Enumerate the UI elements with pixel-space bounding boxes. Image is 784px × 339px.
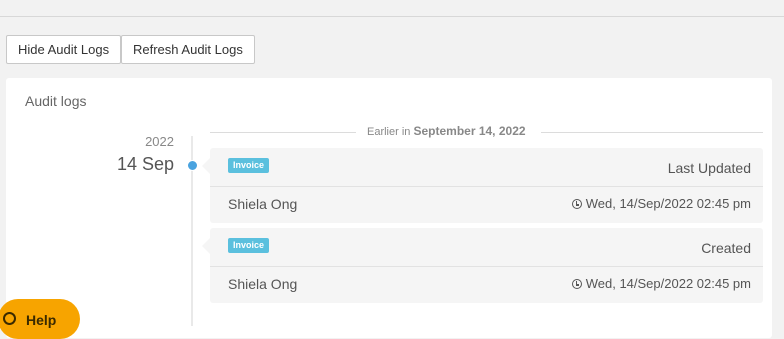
entry-divider bbox=[210, 186, 763, 187]
date-divider-right bbox=[541, 132, 763, 133]
clock-icon bbox=[571, 199, 582, 209]
audit-logs-panel: Audit logs 2022 14 Sep Earlier in Septem… bbox=[6, 78, 772, 338]
entity-badge: Invoice bbox=[228, 158, 270, 173]
top-divider bbox=[0, 16, 784, 17]
entry-user: Shiela Ong bbox=[228, 276, 298, 292]
audit-log-entry: Invoice Created Shiela Ong Wed, 14/Sep/2… bbox=[202, 228, 763, 303]
panel-title: Audit logs bbox=[25, 93, 87, 109]
clock-icon bbox=[571, 279, 582, 289]
timeline-day: 14 Sep bbox=[116, 154, 174, 174]
help-search-icon bbox=[3, 312, 16, 325]
entry-time-text: Wed, 14/Sep/2022 02:45 pm bbox=[585, 276, 751, 291]
refresh-audit-logs-button[interactable]: Refresh Audit Logs bbox=[121, 35, 255, 64]
entry-timestamp: Wed, 14/Sep/2022 02:45 pm bbox=[571, 196, 751, 211]
timeline-dot bbox=[187, 160, 198, 171]
entry-user: Shiela Ong bbox=[228, 196, 298, 212]
date-divider-label: Earlier in September 14, 2022 bbox=[367, 124, 526, 138]
date-divider-left bbox=[210, 132, 356, 133]
help-label: Help bbox=[26, 312, 57, 328]
entry-action: Last Updated bbox=[667, 160, 751, 176]
entity-badge: Invoice bbox=[228, 238, 270, 253]
entry-time-text: Wed, 14/Sep/2022 02:45 pm bbox=[585, 196, 751, 211]
entry-timestamp: Wed, 14/Sep/2022 02:45 pm bbox=[571, 276, 751, 291]
entry-action: Created bbox=[701, 240, 751, 256]
earlier-date: September 14, 2022 bbox=[413, 124, 526, 138]
timeline-year: 2022 bbox=[145, 134, 174, 149]
entry-divider bbox=[210, 266, 763, 267]
audit-log-entry: Invoice Last Updated Shiela Ong Wed, 14/… bbox=[202, 148, 763, 223]
help-button[interactable]: Help bbox=[0, 299, 80, 339]
earlier-prefix: Earlier in bbox=[367, 126, 411, 138]
hide-audit-logs-button[interactable]: Hide Audit Logs bbox=[6, 35, 122, 64]
